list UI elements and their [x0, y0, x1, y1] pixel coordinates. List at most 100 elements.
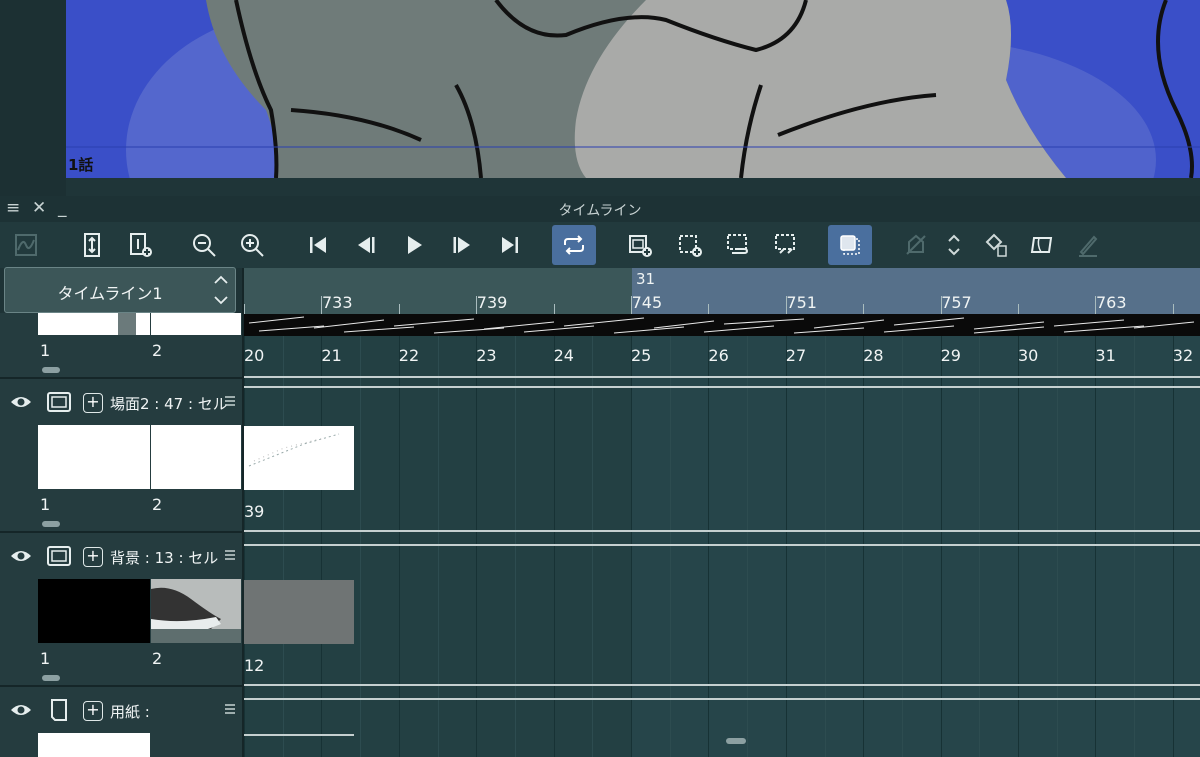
cel-thumbnail[interactable] [38, 425, 150, 489]
link-cel-icon [727, 234, 749, 254]
cel-thumbnail[interactable] [151, 425, 241, 489]
graph-button[interactable] [4, 225, 48, 265]
track-boundary [244, 386, 1200, 388]
frame-gridline [321, 314, 323, 757]
new-animation-folder-icon [629, 235, 652, 257]
prev-frame-button[interactable] [344, 225, 388, 265]
ruler-tick [863, 304, 865, 314]
timeline-select[interactable]: タイムライン1 [4, 267, 236, 313]
frame-number: 2 [152, 341, 163, 360]
play-icon [408, 236, 422, 254]
layer-row-scene2[interactable]: + 場面2 : 47 : セル [0, 381, 242, 425]
cel-thumbnail[interactable] [38, 579, 150, 643]
panel-title: タイムライン [558, 203, 642, 219]
frame-gridline [901, 314, 903, 757]
loop-button[interactable] [552, 225, 596, 265]
new-cel-button[interactable] [668, 225, 712, 265]
next-frame-icon [453, 237, 470, 253]
delete-cel-button[interactable] [974, 225, 1018, 265]
frame-gridline [398, 314, 400, 757]
expand-layer-button[interactable]: + [83, 547, 103, 567]
fit-frames-button[interactable] [70, 225, 114, 265]
frame-gridline [1134, 314, 1136, 757]
row-separator [0, 685, 242, 687]
cel-thumbnail[interactable] [244, 426, 354, 490]
new-animation-folder-button[interactable] [618, 225, 662, 265]
layer-row-background[interactable]: + 背景 : 13 : セル [0, 535, 242, 579]
add-frame-button[interactable] [118, 225, 162, 265]
menu-icon[interactable] [224, 703, 236, 715]
cel-move-button[interactable] [894, 225, 938, 265]
frame-gridline [514, 314, 516, 757]
cel-label: 12 [244, 656, 265, 675]
first-frame-button[interactable] [296, 225, 340, 265]
zoom-out-button[interactable] [182, 225, 226, 265]
frame-gridline [747, 314, 749, 757]
thumb-scroll-handle[interactable] [42, 521, 60, 527]
ruler-tick [631, 296, 632, 314]
track-boundary [244, 684, 1200, 686]
eye-icon[interactable] [10, 393, 32, 411]
menu-icon[interactable] [224, 395, 236, 407]
track-area[interactable]: 20 21 22 23 24 25 26 27 28 29 30 31 32 39 12 [244, 314, 1200, 757]
onion-skin-button[interactable] [828, 225, 872, 265]
first-frame-icon [310, 237, 326, 253]
frame-gridline [1172, 314, 1174, 757]
canvas-view[interactable]: 1話 [66, 0, 1200, 178]
frame-number: 1 [40, 341, 51, 360]
cel-label: 39 [244, 502, 265, 521]
frame-number: 1 [40, 495, 51, 514]
cel-thumbnail[interactable] [244, 580, 354, 644]
zoom-in-icon [241, 234, 264, 257]
ruler-tick-label: 763 [1096, 293, 1127, 312]
row-separator [0, 531, 242, 533]
frame-number: 1 [40, 649, 51, 668]
horizontal-scroll-handle[interactable] [726, 738, 746, 744]
up-down-button[interactable] [940, 225, 968, 265]
cel-thumbnail[interactable] [38, 733, 150, 757]
ruler-tick [476, 296, 478, 314]
menu-icon[interactable] [224, 549, 236, 561]
expand-layer-button[interactable]: + [83, 393, 103, 413]
frame-gridline [282, 314, 284, 757]
layer-list: 1 2 + 場面2 : 47 : セル 1 2 + 背景 : 13 : セル 1… [0, 313, 242, 757]
cel-thumbnail[interactable] [151, 313, 241, 335]
eye-icon[interactable] [10, 701, 32, 719]
unlink-cel-button[interactable] [764, 225, 808, 265]
pen-button[interactable] [1066, 225, 1110, 265]
delete-cel-icon [985, 233, 1007, 257]
cel-thumbnail[interactable] [151, 579, 241, 643]
layer-name: 用紙 : [110, 703, 150, 721]
canvas-area: 1話 [0, 0, 1200, 196]
ruler-tick [1018, 304, 1019, 314]
frame-gridline [1056, 314, 1058, 757]
frame-number: 2 [152, 649, 163, 668]
layer-row-paper[interactable]: + 用紙 : [0, 689, 242, 733]
next-frame-button[interactable] [440, 225, 484, 265]
frame-gridline [592, 314, 594, 757]
ruler-tick [553, 304, 555, 314]
cel-thumbnail[interactable] [38, 313, 150, 335]
link-cel-button[interactable] [716, 225, 760, 265]
zoom-in-button[interactable] [230, 225, 274, 265]
edit-timeline-button[interactable] [1020, 225, 1064, 265]
frame-number: 22 [398, 346, 420, 365]
eye-icon[interactable] [10, 547, 32, 565]
track-boundary [244, 734, 354, 736]
ruler-tick [244, 304, 245, 314]
frame-gridline [360, 314, 362, 757]
thumb-scroll-handle[interactable] [42, 675, 60, 681]
frame-number: 21 [321, 346, 342, 365]
thumb-scroll-handle[interactable] [42, 367, 60, 373]
frame-number: 24 [553, 346, 574, 365]
panel-title-bar: ≡ ✕ _ タイムライン [0, 196, 1200, 222]
ruler-tick-label: 739 [476, 293, 508, 312]
play-button[interactable] [392, 225, 436, 265]
frame-number: 29 [940, 346, 961, 365]
frame-gridline [708, 314, 710, 757]
expand-layer-button[interactable]: + [83, 701, 103, 721]
track-boundary [244, 698, 1200, 700]
last-frame-button[interactable] [488, 225, 532, 265]
fit-frames-icon [84, 233, 100, 257]
frame-ruler[interactable]: 31 733 739 745 751 757 763 [244, 268, 1200, 314]
